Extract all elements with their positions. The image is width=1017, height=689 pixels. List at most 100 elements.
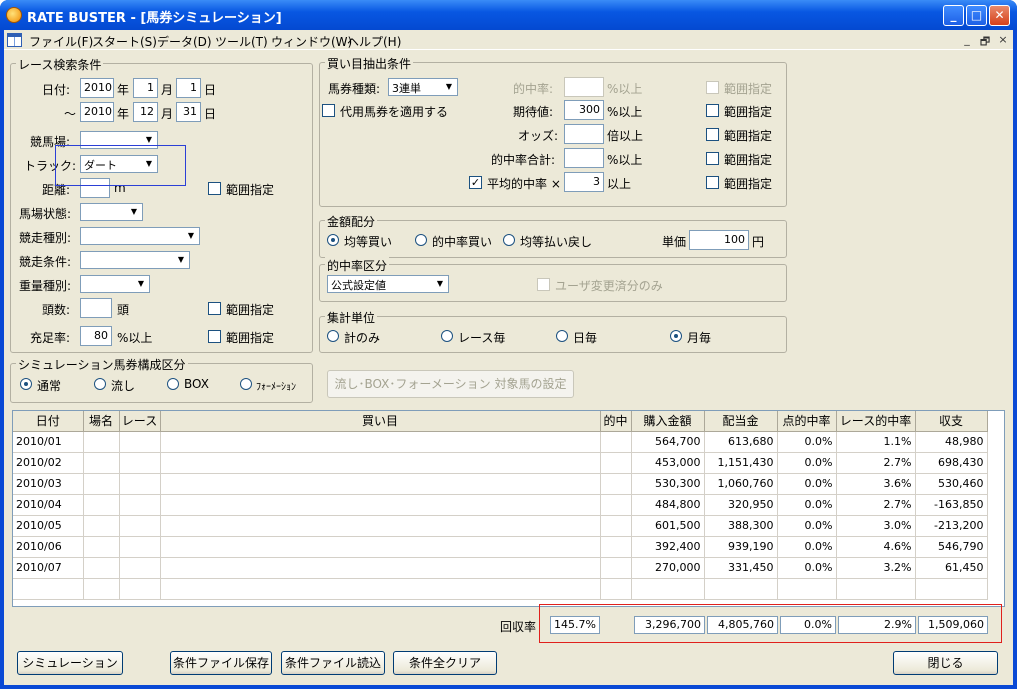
results-table[interactable]: 日付 場名 レース 買い目 的中 購入金額 配当金 点的中率 レース的中率 収支 2010/01 5… — [12, 410, 1005, 607]
chevron-down-icon: ▼ — [127, 205, 141, 219]
composition-formation-radio[interactable] — [240, 378, 252, 390]
column-header[interactable]: 的中 — [600, 411, 632, 432]
heads-label: 頭数: — [42, 303, 71, 317]
per-month-radio[interactable] — [670, 330, 682, 342]
equal-payout-radio[interactable] — [503, 234, 515, 246]
heads-range-checkbox[interactable] — [208, 302, 221, 315]
from-month-input[interactable]: 1 — [133, 78, 158, 98]
fill-range-checkbox[interactable] — [208, 330, 221, 343]
table-cell: 2010/04 — [13, 494, 84, 516]
range-label: 範囲指定 — [724, 82, 773, 96]
table-cell — [13, 578, 84, 600]
distance-range-checkbox[interactable] — [208, 182, 221, 195]
mdi-close-icon[interactable]: × — [995, 33, 1011, 47]
menu-data[interactable]: データ(D) — [157, 33, 212, 50]
table-cell: 564,700 — [631, 431, 705, 453]
bet-type-select[interactable]: 3連単 ▼ — [388, 78, 458, 96]
menu-help[interactable]: ヘルプ(H) — [347, 33, 401, 50]
table-row[interactable]: 2010/04 484,800 320,950 0.0% 2.7% -163,850 — [13, 494, 988, 516]
table-cell: 0.0% — [777, 473, 837, 495]
hit-rate-buy-radio[interactable] — [415, 234, 427, 246]
substitute-checkbox[interactable] — [322, 104, 335, 117]
simulation-button[interactable]: シミュレーション — [17, 651, 123, 675]
hit-rate-input[interactable] — [564, 77, 604, 97]
column-header[interactable]: 収支 — [915, 411, 988, 432]
from-day-input[interactable]: 1 — [176, 78, 201, 98]
table-cell — [83, 515, 120, 537]
to-month-input[interactable]: 12 — [133, 102, 158, 122]
table-cell — [83, 494, 120, 516]
menu-start[interactable]: スタート(S) — [92, 33, 157, 50]
menu-file[interactable]: ファイル(F) — [29, 33, 93, 50]
hit-total-input[interactable] — [564, 148, 604, 168]
from-year-input[interactable]: 2010 — [80, 78, 114, 98]
table-cell — [119, 431, 161, 453]
average-hit-checkbox[interactable]: ✓ — [469, 176, 482, 189]
column-header[interactable]: 購入金額 — [631, 411, 705, 432]
column-header[interactable]: 配当金 — [704, 411, 778, 432]
composition-nagashi-radio[interactable] — [94, 378, 106, 390]
clear-conditions-button[interactable]: 条件全クリア — [393, 651, 497, 675]
expected-range-checkbox[interactable] — [706, 104, 719, 117]
race-type-select[interactable]: ▼ — [80, 227, 200, 245]
column-header[interactable]: 日付 — [13, 411, 84, 432]
table-row[interactable]: 2010/01 564,700 613,680 0.0% 1.1% 48,980 — [13, 431, 988, 453]
per-race-radio[interactable] — [441, 330, 453, 342]
total-only-radio[interactable] — [327, 330, 339, 342]
table-row[interactable]: 2010/06 392,400 939,190 0.0% 4.6% 546,790 — [13, 536, 988, 558]
to-day-input[interactable]: 31 — [176, 102, 201, 122]
maximize-button[interactable]: □ — [966, 5, 987, 26]
mdi-minimize-icon[interactable]: _ — [959, 33, 975, 47]
table-cell: 48,980 — [915, 431, 988, 453]
fill-rate-input[interactable]: 80 — [80, 326, 112, 346]
composition-box-radio[interactable] — [167, 378, 179, 390]
condition-select[interactable]: ▼ — [80, 203, 143, 221]
target-horse-settings-button[interactable]: 流し･BOX･フォーメーション 対象馬の設定 — [327, 370, 574, 398]
unit-price-input[interactable]: 100 — [689, 230, 749, 250]
year-unit: 年 — [117, 83, 130, 97]
close-window-button[interactable]: ✕ — [989, 5, 1010, 26]
client-area: ファイル(F) スタート(S) データ(D) ツール(T) ウィンドウ(W) ヘ… — [4, 30, 1013, 685]
menu-window[interactable]: ウィンドウ(W) — [271, 33, 352, 50]
composition-normal-radio[interactable] — [20, 378, 32, 390]
column-header[interactable]: 買い目 — [160, 411, 601, 432]
minimize-button[interactable]: _ — [943, 5, 964, 26]
mdi-restore-icon[interactable]: 🗗 — [977, 33, 993, 48]
hit-total-range-checkbox[interactable] — [706, 152, 719, 165]
average-hit-input[interactable]: 3 — [564, 172, 604, 192]
table-cell: -163,850 — [915, 494, 988, 516]
table-row[interactable]: 2010/03 530,300 1,060,760 0.0% 3.6% 530,460 — [13, 473, 988, 495]
odds-input[interactable] — [564, 124, 604, 144]
load-conditions-button[interactable]: 条件ファイル読込 — [281, 651, 385, 675]
hit-class-select[interactable]: 公式設定値 ▼ — [327, 275, 449, 293]
per-day-radio[interactable] — [556, 330, 568, 342]
expected-input[interactable]: 300 — [564, 100, 604, 120]
race-condition-select[interactable]: ▼ — [80, 251, 190, 269]
race-condition-label: 競走条件: — [19, 255, 72, 269]
title-bar[interactable]: RATE BUSTER - [馬券シミュレーション] _ □ ✕ — [0, 0, 1017, 30]
column-header[interactable]: レース的中率 — [836, 411, 916, 432]
fill-rate-label: 充足率: — [30, 331, 71, 345]
menu-tools[interactable]: ツール(T) — [215, 33, 268, 50]
hit-rate-range-checkbox[interactable] — [706, 81, 719, 94]
user-only-checkbox[interactable] — [537, 278, 550, 291]
table-row[interactable]: 2010/05 601,500 388,300 0.0% 3.0% -213,200 — [13, 515, 988, 537]
document-icon[interactable] — [7, 33, 22, 47]
table-row[interactable]: 2010/02 453,000 1,151,430 0.0% 2.7% 698,430 — [13, 452, 988, 474]
odds-range-checkbox[interactable] — [706, 128, 719, 141]
heads-input[interactable] — [80, 298, 112, 318]
weight-type-select[interactable]: ▼ — [80, 275, 150, 293]
column-header[interactable]: 点的中率 — [777, 411, 837, 432]
save-conditions-button[interactable]: 条件ファイル保存 — [170, 651, 272, 675]
column-header[interactable]: 場名 — [83, 411, 120, 432]
table-cell: 392,400 — [631, 536, 705, 558]
aggregate-unit-group: 集計単位 — [319, 309, 787, 353]
average-range-checkbox[interactable] — [706, 176, 719, 189]
to-year-input[interactable]: 2010 — [80, 102, 114, 122]
table-row[interactable]: 2010/07 270,000 331,450 0.0% 3.2% 61,450 — [13, 557, 988, 579]
month-unit: 月 — [161, 107, 174, 121]
close-button[interactable]: 閉じる — [893, 651, 998, 675]
table-cell — [119, 536, 161, 558]
column-header[interactable]: レース — [119, 411, 161, 432]
equal-buy-radio[interactable] — [327, 234, 339, 246]
